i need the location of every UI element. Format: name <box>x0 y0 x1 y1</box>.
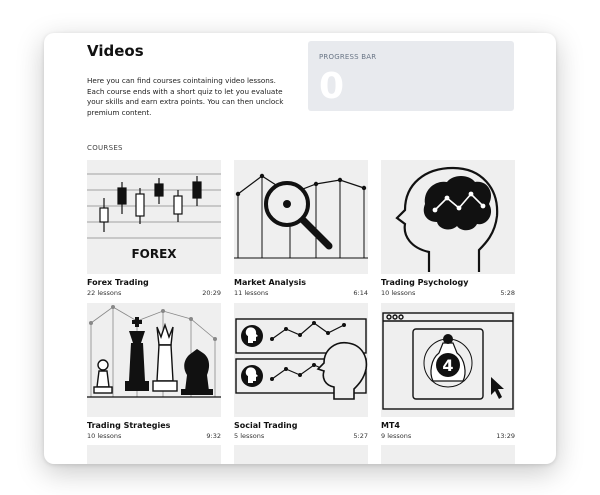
course-card-social-trading[interactable]: Social Trading 5 lessons 5:27 <box>234 303 368 440</box>
videos-panel: Videos Here you can find courses cointai… <box>44 33 556 464</box>
mt4-window-icon: 4 <box>382 312 514 410</box>
course-duration: 5:28 <box>500 289 515 297</box>
lesson-count: 10 lessons <box>87 432 122 440</box>
course-card-mt4[interactable]: 4 MT4 9 lessons 13:29 <box>381 303 515 440</box>
social-heads-icon <box>235 318 368 400</box>
course-thumbnail <box>87 303 221 417</box>
course-thumbnail <box>381 160 515 274</box>
course-card-trading-strategies[interactable]: Trading Strategies 10 lessons 9:32 <box>87 303 221 440</box>
course-card-market-analysis[interactable]: Market Analysis 11 lessons 6:14 <box>234 160 368 297</box>
course-title: Forex Trading <box>87 278 149 287</box>
course-title: Trading Strategies <box>87 421 171 430</box>
course-duration: 9:32 <box>206 432 221 440</box>
lesson-count: 5 lessons <box>234 432 265 440</box>
course-duration: 5:27 <box>353 432 368 440</box>
course-card-trading-psychology[interactable]: Trading Psychology 10 lessons 5:28 <box>381 160 515 297</box>
course-meta: 11 lessons 6:14 <box>234 289 368 297</box>
course-title: Market Analysis <box>234 278 306 287</box>
course-duration: 6:14 <box>353 289 368 297</box>
course-thumbnail: FOREX <box>87 160 221 274</box>
course-card-partial[interactable] <box>234 445 368 464</box>
progress-bar-card: PROGRESS BAR 0 <box>308 41 514 111</box>
progress-bar-label: PROGRESS BAR <box>319 53 377 61</box>
course-title: Social Trading <box>234 421 298 430</box>
course-thumbnail <box>234 303 368 417</box>
progress-value: 0 <box>319 66 345 107</box>
lesson-count: 11 lessons <box>234 289 269 297</box>
course-thumbnail <box>234 160 368 274</box>
thumb-mt4-number: 4 <box>442 356 453 375</box>
course-card-partial[interactable] <box>87 445 221 464</box>
lesson-count: 9 lessons <box>381 432 412 440</box>
thumb-forex-text: FOREX <box>131 247 177 261</box>
course-card-partial[interactable] <box>381 445 515 464</box>
magnifier-chart-icon <box>234 173 368 259</box>
courses-section-label: COURSES <box>87 144 123 152</box>
course-meta: 9 lessons 13:29 <box>381 432 515 440</box>
brain-head-icon <box>395 166 499 272</box>
lesson-count: 22 lessons <box>87 289 122 297</box>
page-title: Videos <box>87 42 144 60</box>
chess-pieces-icon <box>87 305 221 398</box>
course-duration: 13:29 <box>496 432 515 440</box>
course-title: MT4 <box>381 421 400 430</box>
lesson-count: 10 lessons <box>381 289 416 297</box>
course-card-forex-trading[interactable]: FOREX Forex Trading 22 lessons 20:29 <box>87 160 221 297</box>
course-thumbnail: 4 <box>381 303 515 417</box>
candlestick-chart-icon: FOREX <box>87 173 221 261</box>
course-title: Trading Psychology <box>381 278 469 287</box>
course-meta: 10 lessons 5:28 <box>381 289 515 297</box>
intro-text: Here you can find courses cointaining vi… <box>87 76 284 117</box>
course-duration: 20:29 <box>202 289 221 297</box>
course-meta: 10 lessons 9:32 <box>87 432 221 440</box>
course-meta: 22 lessons 20:29 <box>87 289 221 297</box>
course-meta: 5 lessons 5:27 <box>234 432 368 440</box>
